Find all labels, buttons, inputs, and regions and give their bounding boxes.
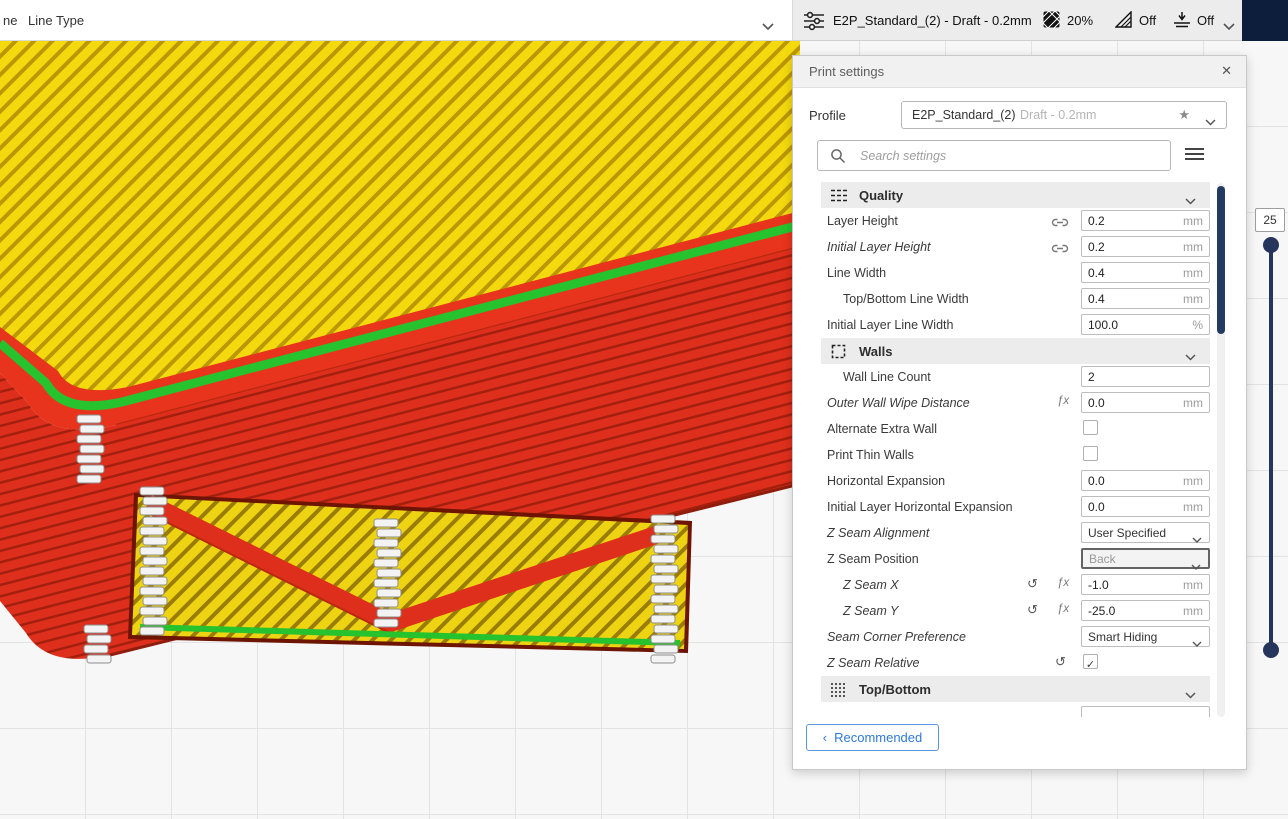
adhesion-icon [1173,11,1191,33]
profile-combobox[interactable]: E2P_Standard_(2) Draft - 0.2mm ★ [901,101,1227,129]
reset-icon[interactable]: ↺ [1055,654,1066,670]
profile-variant: Draft - 0.2mm [1020,108,1097,122]
setting-row-z-seam-position: Z Seam Position Back [821,546,1210,572]
initial-layer-height-field[interactable]: 0.2 mm [1081,236,1210,257]
setting-row-alternate-extra-wall: Alternate Extra Wall [821,416,1210,442]
search-icon [831,149,846,164]
z-seam-relative-checkbox[interactable]: ✓ [1083,654,1098,671]
truncated-label: ne [3,13,18,28]
chevron-down-icon[interactable] [762,17,774,35]
settings-search[interactable] [817,140,1171,171]
setting-row-horizontal-expansion: Horizontal Expansion 0.0 mm [821,468,1210,494]
formula-icon: ƒx [1057,577,1070,589]
layer-number-box: 25 [1255,208,1285,232]
setting-row-print-thin-walls: Print Thin Walls [821,442,1210,468]
profile-label: Profile [809,108,846,123]
z-seam-x-field[interactable]: -1.0 mm [1081,574,1210,595]
layer-slider-track[interactable] [1269,246,1273,648]
alternate-extra-wall-checkbox[interactable] [1083,420,1098,435]
link-icon [1051,215,1069,233]
z-seam-position-dropdown[interactable]: Back [1081,548,1210,570]
line-width-field[interactable]: 0.4 mm [1081,262,1210,283]
setting-row-top-bottom-line-width: Top/Bottom Line Width 0.4 mm [821,286,1210,312]
link-icon [1051,241,1069,259]
initial-layer-line-width-field[interactable]: 100.0% [1081,314,1210,335]
panel-header: Print settings ✕ [793,56,1246,88]
search-input[interactable] [860,142,1160,169]
initial-layer-horizontal-expansion-field[interactable]: 0.0 mm [1081,496,1210,517]
star-icon[interactable]: ★ [1178,107,1190,123]
section-header-quality[interactable]: Quality [821,182,1210,208]
panel-title: Print settings [809,64,885,79]
setting-row-partially-visible [821,702,1210,717]
recommended-mode-button[interactable]: ‹ Recommended [806,724,939,751]
walls-icon [831,344,846,364]
menu-icon[interactable] [1185,147,1204,166]
infill-icon [1042,10,1061,33]
support-icon [1114,10,1132,33]
stage-header-fragment [1242,0,1288,41]
outer-wall-wipe-distance-field[interactable]: 0.0 mm [1081,392,1210,413]
layer-slider-bottom-handle[interactable] [1263,642,1279,658]
chevron-down-icon [1223,17,1235,35]
print-setup-summary-button[interactable]: E2P_Standard_(2) - Draft - 0.2mm 20% Off… [792,0,1242,41]
infill-value: 20% [1067,13,1094,28]
top-bottom-icon [831,682,847,702]
print-settings-panel: Print settings ✕ Profile E2P_Standard_(2… [792,55,1247,770]
formula-icon: ƒx [1057,395,1070,407]
setting-row-seam-corner-preference: Seam Corner Preference Smart Hiding [821,624,1210,650]
check-icon: ✓ [1085,659,1096,671]
setting-row-layer-height: Layer Height 0.2 mm [821,208,1210,234]
setting-row-z-seam-relative: Z Seam Relative ↺ ✓ [821,650,1210,676]
profile-name: E2P_Standard_(2) [912,108,1016,122]
reset-icon[interactable]: ↺ [1027,602,1038,618]
setting-row-z-seam-x: Z Seam X ↺ ƒx -1.0 mm [821,572,1210,598]
wall-line-count-field[interactable]: 2 [1081,366,1210,387]
toolbar: ne Line Type E2P_Standard_(2) - Draft - … [0,0,1288,41]
setting-row-z-seam-y: Z Seam Y ↺ ƒx -25.0 mm [821,598,1210,624]
adhesion-value: Off [1197,13,1215,28]
setting-row-outer-wall-wipe-distance: Outer Wall Wipe Distance ƒx 0.0 mm [821,390,1210,416]
setting-row-wall-line-count: Wall Line Count 2 [821,364,1210,390]
color-scheme-dropdown[interactable]: Line Type [28,13,84,28]
back-chevron-icon: ‹ [822,730,828,745]
reset-icon[interactable]: ↺ [1027,576,1038,592]
z-seam-y-field[interactable]: -25.0 mm [1081,600,1210,621]
horizontal-expansion-field[interactable]: 0.0 mm [1081,470,1210,491]
top-bottom-line-width-field[interactable]: 0.4 mm [1081,288,1210,309]
close-icon[interactable]: ✕ [1221,63,1232,79]
layer-slider-top-handle[interactable] [1263,237,1279,253]
setting-row-initial-layer-line-width: Initial Layer Line Width 100.0% [821,312,1210,338]
layer-number: 25 [1263,213,1277,227]
scrollbar-thumb[interactable] [1217,186,1225,334]
formula-icon: ƒx [1057,603,1070,615]
z-seam-alignment-dropdown[interactable]: User Specified [1081,522,1210,543]
print-thin-walls-checkbox[interactable] [1083,446,1098,461]
model-preview[interactable] [0,41,800,819]
settings-scrollbar[interactable] [1217,183,1225,717]
seam-corner-preference-dropdown[interactable]: Smart Hiding [1081,626,1210,647]
sliders-icon [803,11,825,36]
partial-setting-field[interactable] [1081,706,1210,717]
support-value: Off [1139,13,1157,28]
active-profile-summary: E2P_Standard_(2) - Draft - 0.2mm [833,13,1032,28]
setting-row-initial-layer-height: Initial Layer Height 0.2 mm [821,234,1210,260]
setting-row-initial-layer-horizontal-expansion: Initial Layer Horizontal Expansion 0.0 mm [821,494,1210,520]
chevron-down-icon [1205,113,1216,131]
layer-height-field[interactable]: 0.2 mm [1081,210,1210,231]
section-header-walls[interactable]: Walls [821,338,1210,364]
setting-row-z-seam-alignment: Z Seam Alignment User Specified [821,520,1210,546]
quality-icon [831,188,848,208]
setting-row-line-width: Line Width 0.4 mm [821,260,1210,286]
settings-list: Quality Layer Height 0.2 mm Initial Layer… [821,182,1210,717]
section-header-top-bottom[interactable]: Top/Bottom [821,676,1210,702]
